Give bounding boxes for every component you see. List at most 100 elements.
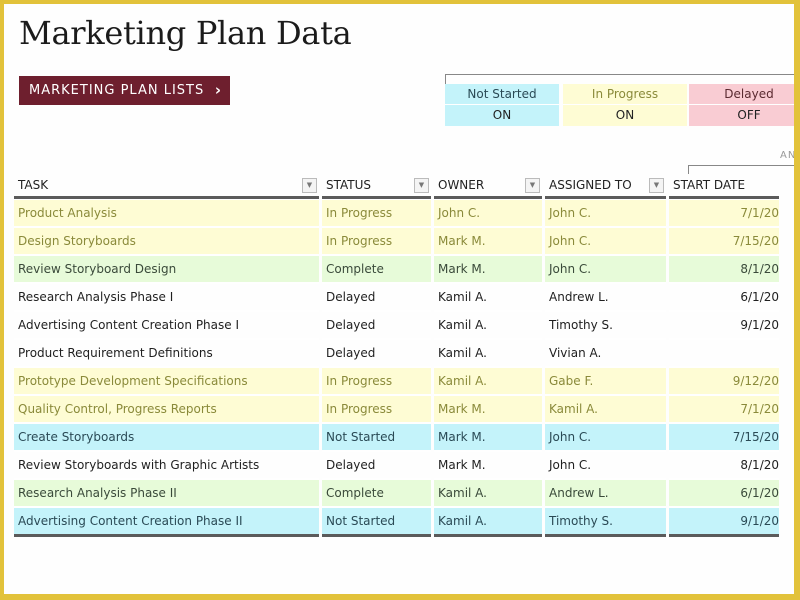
owner-cell[interactable]: Mark M.: [434, 423, 542, 451]
owner-cell[interactable]: Kamil A.: [434, 339, 542, 367]
column-header-task[interactable]: TASK ▼: [14, 174, 319, 199]
status-cell[interactable]: Complete: [322, 255, 431, 283]
status-cell[interactable]: In Progress: [322, 367, 431, 395]
status-cell[interactable]: In Progress: [322, 227, 431, 255]
start-date-cell[interactable]: 8/1/20: [669, 255, 779, 283]
table-row[interactable]: Advertising Content Creation Phase II Not…: [14, 507, 779, 537]
task-cell[interactable]: Review Storyboard Design: [14, 255, 319, 283]
legend-delayed[interactable]: Delayed OFF: [689, 84, 794, 126]
assigned-to-cell[interactable]: John C.: [545, 255, 666, 283]
task-cell[interactable]: Prototype Development Specifications: [14, 367, 319, 395]
task-cell[interactable]: Research Analysis Phase II: [14, 479, 319, 507]
assigned-to-cell[interactable]: John C.: [545, 227, 666, 255]
owner-cell[interactable]: John C.: [434, 199, 542, 227]
status-cell[interactable]: Delayed: [322, 451, 431, 479]
task-cell[interactable]: Research Analysis Phase I: [14, 283, 319, 311]
owner-cell[interactable]: Mark M.: [434, 395, 542, 423]
status-cell[interactable]: Delayed: [322, 283, 431, 311]
legend-label: Delayed: [689, 84, 794, 105]
assigned-to-cell[interactable]: Timothy S.: [545, 507, 666, 537]
task-cell[interactable]: Quality Control, Progress Reports: [14, 395, 319, 423]
legend-label: Not Started: [445, 84, 559, 105]
legend-toggle-value[interactable]: ON: [563, 105, 687, 125]
status-cell[interactable]: Not Started: [322, 507, 431, 537]
table-row[interactable]: Quality Control, Progress Reports In Prog…: [14, 395, 779, 423]
owner-cell[interactable]: Mark M.: [434, 255, 542, 283]
assigned-to-cell[interactable]: Vivian A.: [545, 339, 666, 367]
table-row[interactable]: Review Storyboards with Graphic Artists D…: [14, 451, 779, 479]
status-cell[interactable]: Not Started: [322, 423, 431, 451]
legend-in-progress[interactable]: In Progress ON: [563, 84, 687, 126]
status-cell[interactable]: Delayed: [322, 339, 431, 367]
task-cell[interactable]: Advertising Content Creation Phase II: [14, 507, 319, 537]
start-date-cell[interactable]: 6/1/20: [669, 479, 779, 507]
table-row[interactable]: Review Storyboard Design Complete Mark M. J…: [14, 255, 779, 283]
table-row[interactable]: Advertising Content Creation Phase I Dela…: [14, 311, 779, 339]
header-label: STATUS: [326, 178, 372, 192]
legend-toggle-value[interactable]: ON: [445, 105, 559, 125]
start-date-cell[interactable]: 9/12/20: [669, 367, 779, 395]
status-cell[interactable]: In Progress: [322, 199, 431, 227]
header-label: OWNER: [438, 178, 485, 192]
task-cell[interactable]: Product Analysis: [14, 199, 319, 227]
filter-dropdown-icon[interactable]: ▼: [649, 178, 664, 193]
status-cell[interactable]: Delayed: [322, 311, 431, 339]
assigned-to-cell[interactable]: Timothy S.: [545, 311, 666, 339]
owner-cell[interactable]: Kamil A.: [434, 367, 542, 395]
filter-dropdown-icon[interactable]: ▼: [302, 178, 317, 193]
task-cell[interactable]: Advertising Content Creation Phase I: [14, 311, 319, 339]
table-row[interactable]: Research Analysis Phase I Delayed Kamil A.…: [14, 283, 779, 311]
nav-button-label: MARKETING PLAN LISTS: [29, 83, 205, 98]
task-cell[interactable]: Create Storyboards: [14, 423, 319, 451]
table-row[interactable]: Prototype Development Specifications In P…: [14, 367, 779, 395]
status-cell[interactable]: Complete: [322, 479, 431, 507]
table-row[interactable]: Product Requirement Definitions Delayed Ka…: [14, 339, 779, 367]
page-title: Marketing Plan Data: [19, 14, 352, 52]
date-group-bracket: [688, 165, 794, 174]
spreadsheet-sheet: Marketing Plan Data MARKETING PLAN LISTS…: [4, 4, 794, 594]
header-label: ASSIGNED TO: [549, 178, 632, 192]
owner-cell[interactable]: Kamil A.: [434, 283, 542, 311]
status-cell[interactable]: In Progress: [322, 395, 431, 423]
start-date-cell[interactable]: 8/1/20: [669, 451, 779, 479]
start-date-cell[interactable]: 9/1/20: [669, 311, 779, 339]
column-header-assigned-to[interactable]: ASSIGNED TO ▼: [545, 174, 666, 199]
legend-not-started[interactable]: Not Started ON: [445, 84, 559, 126]
legend-toggle-value[interactable]: OFF: [689, 105, 794, 125]
start-date-cell[interactable]: 6/1/20: [669, 283, 779, 311]
assigned-to-cell[interactable]: John C.: [545, 451, 666, 479]
owner-cell[interactable]: Kamil A.: [434, 479, 542, 507]
assigned-to-cell[interactable]: John C.: [545, 423, 666, 451]
column-header-owner[interactable]: OWNER ▼: [434, 174, 542, 199]
column-header-status[interactable]: STATUS ▼: [322, 174, 431, 199]
start-date-cell[interactable]: 7/1/20: [669, 395, 779, 423]
owner-cell[interactable]: Mark M.: [434, 227, 542, 255]
start-date-cell[interactable]: 7/15/20: [669, 423, 779, 451]
start-date-cell[interactable]: [669, 339, 779, 367]
assigned-to-cell[interactable]: John C.: [545, 199, 666, 227]
table-row[interactable]: Product Analysis In Progress John C. John C…: [14, 199, 779, 227]
owner-cell[interactable]: Mark M.: [434, 451, 542, 479]
assigned-to-cell[interactable]: Andrew L.: [545, 479, 666, 507]
task-cell[interactable]: Product Requirement Definitions: [14, 339, 319, 367]
table-row[interactable]: Create Storyboards Not Started Mark M. John…: [14, 423, 779, 451]
filter-dropdown-icon[interactable]: ▼: [525, 178, 540, 193]
owner-cell[interactable]: Kamil A.: [434, 507, 542, 537]
start-date-cell[interactable]: 7/1/20: [669, 199, 779, 227]
chevron-right-icon: ›: [214, 81, 222, 99]
task-cell[interactable]: Review Storyboards with Graphic Artists: [14, 451, 319, 479]
start-date-cell[interactable]: 9/1/20: [669, 507, 779, 537]
start-date-cell[interactable]: 7/15/20: [669, 227, 779, 255]
column-header-start-date[interactable]: START DATE: [669, 174, 779, 199]
legend-label: In Progress: [563, 84, 687, 105]
table-row[interactable]: Research Analysis Phase II Complete Kamil …: [14, 479, 779, 507]
assigned-to-cell[interactable]: Andrew L.: [545, 283, 666, 311]
marketing-plan-lists-button[interactable]: MARKETING PLAN LISTS ›: [19, 76, 230, 105]
filter-dropdown-icon[interactable]: ▼: [414, 178, 429, 193]
header-label: TASK: [18, 178, 49, 192]
assigned-to-cell[interactable]: Gabe F.: [545, 367, 666, 395]
table-row[interactable]: Design Storyboards In Progress Mark M. John…: [14, 227, 779, 255]
assigned-to-cell[interactable]: Kamil A.: [545, 395, 666, 423]
owner-cell[interactable]: Kamil A.: [434, 311, 542, 339]
task-cell[interactable]: Design Storyboards: [14, 227, 319, 255]
